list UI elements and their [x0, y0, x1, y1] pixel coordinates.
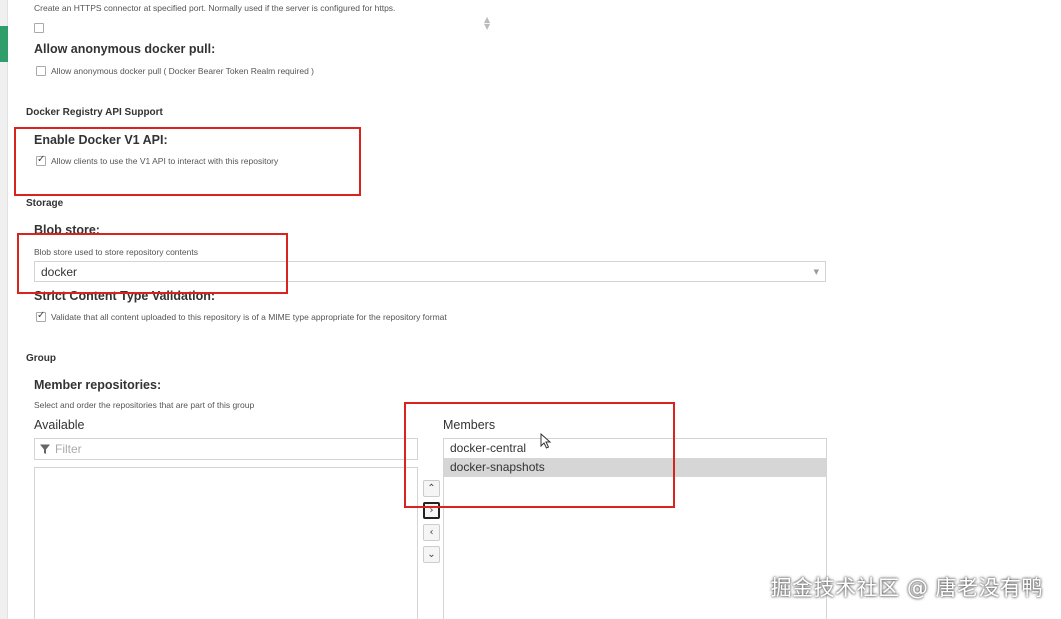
remove-from-members-button[interactable]: ‹ [423, 524, 440, 541]
strict-validation-row[interactable]: Validate that all content uploaded to th… [36, 310, 447, 322]
available-list[interactable] [34, 467, 418, 619]
list-item-docker-central[interactable]: docker-central [444, 439, 826, 458]
member-repositories-help: Select and order the repositories that a… [34, 400, 255, 410]
members-list[interactable]: docker-central docker-snapshots [443, 438, 827, 619]
registry-api-section-title: Docker Registry API Support [26, 107, 163, 118]
strict-validation-checkbox-text: Validate that all content uploaded to th… [51, 312, 447, 322]
v1-api-label: Enable Docker V1 API: [34, 133, 168, 147]
members-column-label: Members [443, 418, 496, 432]
member-repositories-label: Member repositories: [34, 378, 162, 392]
move-up-button[interactable]: ⌃ [423, 480, 440, 497]
chevron-up-icon: ⌃ [427, 483, 436, 494]
strict-validation-label: Strict Content Type Validation: [34, 289, 216, 303]
anonymous-pull-row[interactable]: Allow anonymous docker pull ( Docker Bea… [36, 66, 314, 76]
blob-store-label: Blob store: [34, 223, 100, 237]
blob-store-select[interactable]: docker ▼ [34, 261, 826, 282]
spinner-arrows-icon[interactable]: ▲ ▼ [484, 16, 490, 31]
v1-api-checkbox-text: Allow clients to use the V1 API to inter… [51, 156, 279, 166]
anonymous-pull-checkbox-text: Allow anonymous docker pull ( Docker Bea… [51, 66, 314, 76]
available-filter-input[interactable]: Filter [34, 438, 418, 460]
group-section-title: Group [26, 353, 56, 364]
https-checkbox[interactable] [34, 22, 44, 33]
watermark-text: 掘金技术社区 @ 唐老没有鸭 [770, 576, 1043, 600]
chevron-left-icon: ‹ [429, 527, 434, 538]
v1-api-checkbox[interactable] [36, 154, 46, 166]
left-rail [0, 0, 8, 619]
anonymous-pull-label: Allow anonymous docker pull: [34, 42, 216, 56]
https-help-text: Create an HTTPS connector at specified p… [34, 3, 396, 13]
add-to-members-button[interactable]: › [423, 502, 440, 519]
move-down-button[interactable]: ⌄ [423, 546, 440, 563]
dropdown-arrow-icon: ▼ [813, 268, 819, 276]
chevron-down-icon: ⌄ [427, 549, 436, 560]
https-checkbox-row [34, 19, 44, 37]
list-item-docker-snapshots[interactable]: docker-snapshots [444, 458, 826, 477]
v1-api-row[interactable]: Allow clients to use the V1 API to inter… [36, 154, 279, 166]
active-nav-indicator [0, 26, 8, 62]
anonymous-pull-checkbox[interactable] [36, 66, 46, 76]
storage-section-title: Storage [26, 198, 64, 209]
blob-store-value: docker [41, 265, 78, 279]
mouse-cursor-icon [540, 433, 552, 449]
strict-validation-checkbox[interactable] [36, 310, 46, 322]
available-column-label: Available [34, 418, 85, 432]
chevron-right-icon: › [429, 505, 434, 516]
blob-store-help: Blob store used to store repository cont… [34, 247, 198, 257]
filter-icon [40, 444, 50, 454]
filter-placeholder: Filter [55, 442, 82, 456]
